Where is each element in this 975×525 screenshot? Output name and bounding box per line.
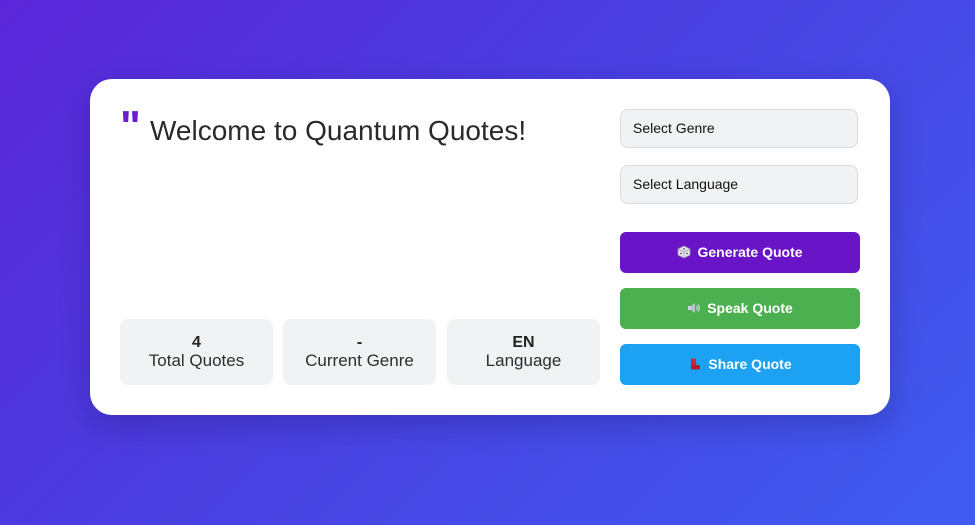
quote-mark-icon: " — [120, 102, 141, 151]
dice-icon — [677, 245, 691, 259]
stat-language: EN Language — [447, 319, 600, 385]
stat-label: Language — [485, 351, 562, 370]
stat-current-genre: - Current Genre — [283, 319, 436, 385]
language-select[interactable]: Select Language — [620, 165, 858, 204]
speaker-icon — [687, 301, 701, 315]
stat-value: - — [356, 334, 363, 351]
generate-quote-label: Generate Quote — [697, 244, 803, 260]
stats-row: 4 Total Quotes - Current Genre EN Langua… — [120, 319, 600, 385]
share-quote-label: Share Quote — [708, 356, 792, 372]
stat-value: 4 — [192, 334, 201, 351]
stat-total-quotes: 4 Total Quotes — [120, 319, 273, 385]
stat-label: Total Quotes — [148, 351, 245, 370]
quote-text: Welcome to Quantum Quotes! — [150, 115, 527, 146]
genre-select[interactable]: Select Genre — [620, 109, 858, 148]
stat-value: EN — [512, 334, 535, 351]
speak-quote-label: Speak Quote — [707, 300, 793, 316]
stat-label: Current Genre — [305, 351, 414, 370]
quote-card: " Welcome to Quantum Quotes! 4 Total Quo… — [90, 79, 890, 415]
quote-display: " Welcome to Quantum Quotes! — [120, 105, 600, 169]
share-quote-button[interactable]: Share Quote — [620, 344, 860, 385]
generate-quote-button[interactable]: Generate Quote — [620, 232, 860, 273]
speak-quote-button[interactable]: Speak Quote — [620, 288, 860, 329]
share-icon — [688, 357, 702, 371]
